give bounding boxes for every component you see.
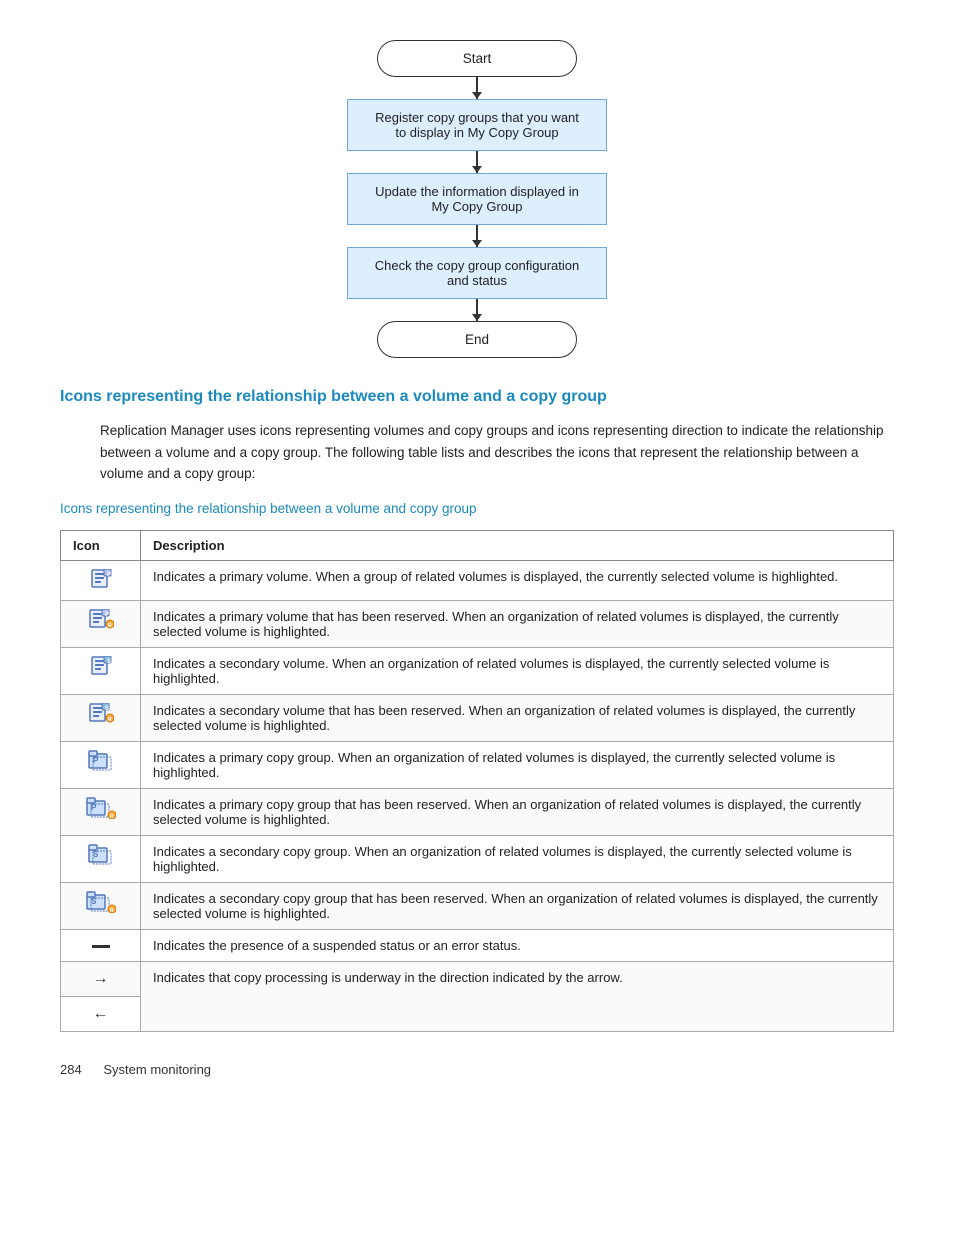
svg-text:P: P <box>107 572 111 578</box>
table-row-desc-2: Indicates a primary volume that has been… <box>141 600 894 647</box>
arrow-right-symbol: → <box>93 970 109 988</box>
table-row: S Indicates a secondary volume. When an … <box>61 647 894 694</box>
end-node: End <box>377 321 577 358</box>
svg-text:S: S <box>107 659 111 665</box>
table-row-desc-4: Indicates a secondary volume that has be… <box>141 694 894 741</box>
primary-copy-group-icon: P <box>61 741 141 788</box>
table-row: P R Indicates a primary copy group that … <box>61 788 894 835</box>
table-header-icon: Icon <box>61 530 141 560</box>
dash-symbol <box>92 945 110 948</box>
svg-text:R: R <box>108 623 112 629</box>
table-row: S R Indicates a secondary copy group tha… <box>61 882 894 929</box>
flow-step-1-label: Register copy groups that you want to di… <box>375 110 579 140</box>
flow-arrow-2 <box>476 151 478 173</box>
flow-arrow-4 <box>476 299 478 321</box>
suspended-error-icon <box>61 929 141 961</box>
footer-section: System monitoring <box>103 1062 211 1077</box>
table-row-desc-10: Indicates that copy processing is underw… <box>141 961 894 1031</box>
arrow-left-symbol: ← <box>93 1005 109 1023</box>
section-body: Replication Manager uses icons represent… <box>100 420 894 485</box>
end-label: End <box>465 332 489 347</box>
flow-step-3-label: Check the copy group configuration and s… <box>375 258 580 288</box>
primary-volume-icon: P <box>61 560 141 600</box>
secondary-copy-group-icon: S <box>61 835 141 882</box>
section-title: Icons representing the relationship betw… <box>60 388 894 406</box>
footer: 284 System monitoring <box>60 1062 894 1077</box>
table-row: P R Indicates a primary volume that has … <box>61 600 894 647</box>
flow-step-1: Register copy groups that you want to di… <box>347 99 607 151</box>
flow-step-2-label: Update the information displayed in My C… <box>375 184 579 214</box>
primary-copy-group-reserved-icon: P R <box>61 788 141 835</box>
svg-text:R: R <box>110 908 114 913</box>
arrow-left-icon: ← <box>61 996 141 1031</box>
table-row-desc-7: Indicates a secondary copy group. When a… <box>141 835 894 882</box>
table-row: → Indicates that copy processing is unde… <box>61 961 894 996</box>
secondary-volume-reserved-icon: S R <box>61 694 141 741</box>
flow-arrow-1 <box>476 77 478 99</box>
table-header-description: Description <box>141 530 894 560</box>
flow-step-2: Update the information displayed in My C… <box>347 173 607 225</box>
flow-step-3: Check the copy group configuration and s… <box>347 247 607 299</box>
table-row-desc-8: Indicates a secondary copy group that ha… <box>141 882 894 929</box>
svg-text:P: P <box>105 612 109 618</box>
table-row-desc-5: Indicates a primary copy group. When an … <box>141 741 894 788</box>
svg-text:R: R <box>108 717 112 723</box>
svg-text:S: S <box>105 706 109 712</box>
table-row-desc-9: Indicates the presence of a suspended st… <box>141 929 894 961</box>
svg-text:R: R <box>110 814 114 819</box>
flowchart: Start Register copy groups that you want… <box>60 40 894 358</box>
table-row: P Indicates a primary copy group. When a… <box>61 741 894 788</box>
table-row-desc-1: Indicates a primary volume. When a group… <box>141 560 894 600</box>
table-row-desc-6: Indicates a primary copy group that has … <box>141 788 894 835</box>
start-node: Start <box>377 40 577 77</box>
subsection-link[interactable]: Icons representing the relationship betw… <box>60 501 894 516</box>
secondary-copy-group-reserved-icon: S R <box>61 882 141 929</box>
table-row: P Indicates a primary volume. When a gro… <box>61 560 894 600</box>
primary-volume-reserved-icon: P R <box>61 600 141 647</box>
page-number: 284 <box>60 1062 82 1077</box>
table-row: Indicates the presence of a suspended st… <box>61 929 894 961</box>
table-row-desc-3: Indicates a secondary volume. When an or… <box>141 647 894 694</box>
secondary-volume-icon: S <box>61 647 141 694</box>
flow-arrow-3 <box>476 225 478 247</box>
start-label: Start <box>463 51 492 66</box>
table-row: S Indicates a secondary copy group. When… <box>61 835 894 882</box>
icon-table: Icon Description P Indicates a primary v… <box>60 530 894 1032</box>
table-row: S R Indicates a secondary volume that ha… <box>61 694 894 741</box>
arrow-right-icon: → <box>61 961 141 996</box>
